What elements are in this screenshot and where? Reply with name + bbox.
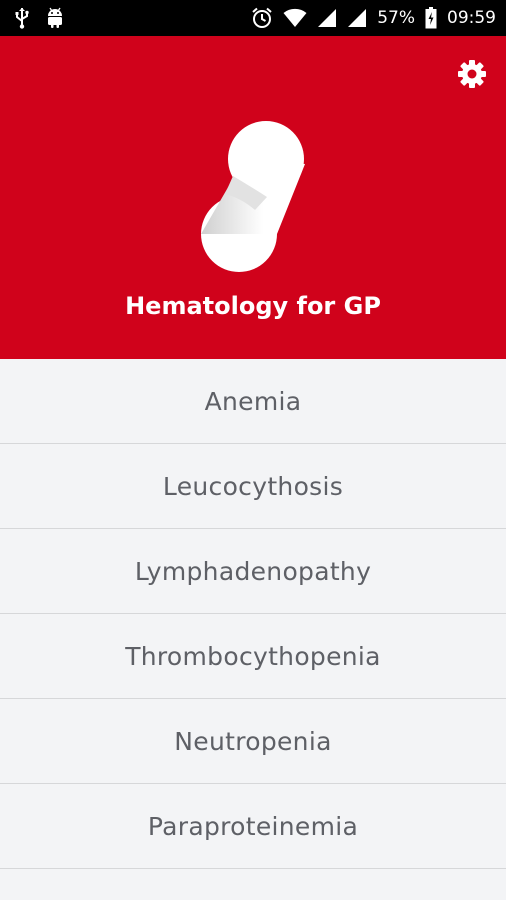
menu-item-neutropenia[interactable]: Neutropenia — [0, 699, 506, 784]
signal-icon — [317, 8, 337, 28]
menu-item-paraproteinemia[interactable]: Paraproteinemia — [0, 784, 506, 869]
battery-percent: 57% — [377, 8, 415, 28]
menu-item-thrombocythopenia[interactable]: Thrombocythopenia — [0, 614, 506, 699]
status-bar-left — [14, 0, 64, 36]
wifi-icon — [283, 8, 307, 28]
status-bar-right: 57% 09:59 — [251, 0, 496, 36]
clock: 09:59 — [447, 8, 496, 28]
battery-icon — [425, 7, 437, 29]
gear-icon[interactable] — [456, 58, 488, 90]
pill-logo-icon — [195, 118, 311, 278]
menu-item-leucocythosis[interactable]: Leucocythosis — [0, 444, 506, 529]
status-bar: 57% 09:59 — [0, 0, 506, 36]
topics-menu: Anemia Leucocythosis Lymphadenopathy Thr… — [0, 359, 506, 869]
menu-item-anemia[interactable]: Anemia — [0, 359, 506, 444]
app-title: Hematology for GP — [125, 292, 381, 320]
android-icon — [46, 7, 64, 29]
signal-icon-2 — [347, 8, 367, 28]
app-header: Hematology for GP — [0, 36, 506, 359]
menu-item-lymphadenopathy[interactable]: Lymphadenopathy — [0, 529, 506, 614]
usb-icon — [14, 7, 30, 29]
alarm-icon — [251, 7, 273, 29]
